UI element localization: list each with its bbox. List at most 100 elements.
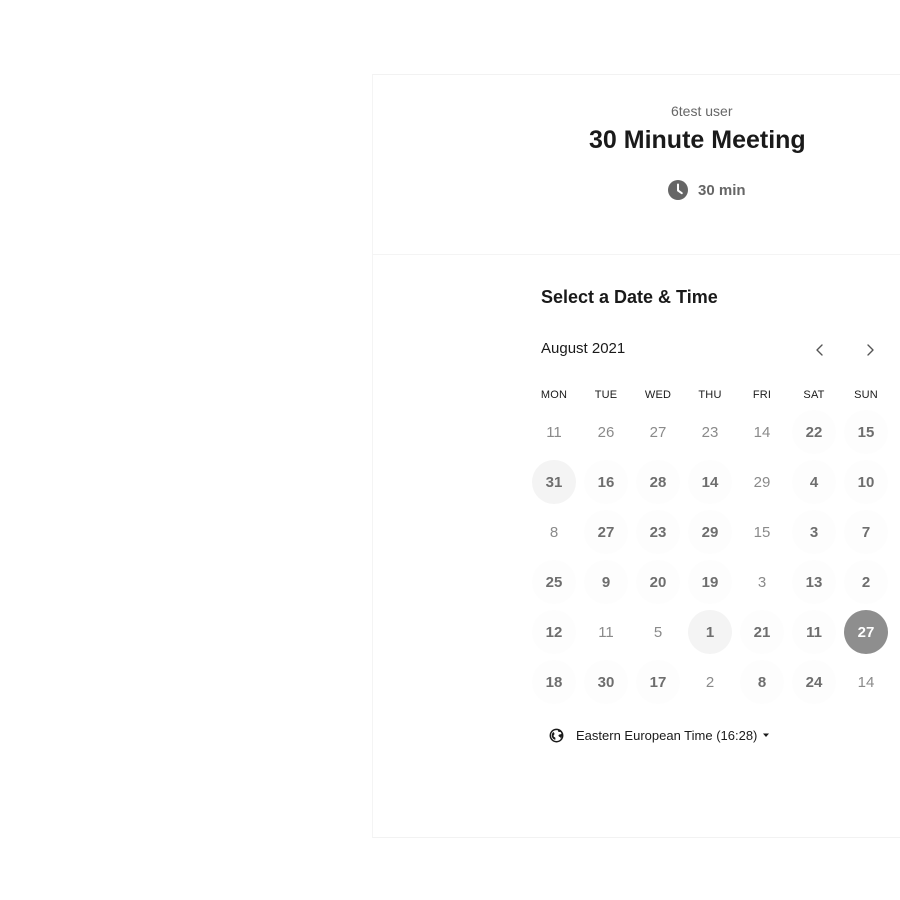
calendar-day[interactable]: 24 (792, 660, 836, 704)
calendar-day: 14 (857, 673, 875, 691)
calendar-day[interactable]: 4 (792, 460, 836, 504)
calendar-day-cell: 27 (632, 407, 684, 457)
timezone-selector[interactable]: Eastern European Time (16:28) (549, 725, 770, 745)
calendar-day-cell[interactable]: 18 (528, 657, 580, 707)
calendar-day[interactable]: 19 (688, 560, 732, 604)
calendar-day-cell[interactable]: 27 (840, 607, 892, 657)
calendar-day: 27 (649, 423, 667, 441)
weekday-label: SUN (854, 389, 878, 401)
weekday-header: MON TUE WED THU FRI SAT SUN (528, 389, 892, 405)
calendar-day-cell: 29 (736, 457, 788, 507)
calendar-day-cell[interactable]: 24 (788, 657, 840, 707)
scheduling-card: 6test user 30 Minute Meeting 30 min Sele… (372, 74, 900, 838)
calendar-day-cell: 26 (580, 407, 632, 457)
calendar-day-cell: 15 (736, 507, 788, 557)
calendar-day-cell[interactable]: 31 (528, 457, 580, 507)
calendar-day-cell: 8 (528, 507, 580, 557)
calendar-day-cell[interactable]: 27 (580, 507, 632, 557)
calendar-day[interactable]: 16 (584, 460, 628, 504)
previous-month-button[interactable] (805, 335, 835, 365)
next-month-button[interactable] (855, 335, 885, 365)
calendar-day-cell[interactable]: 17 (632, 657, 684, 707)
calendar-day: 29 (753, 473, 771, 491)
calendar-day-cell[interactable]: 2 (840, 557, 892, 607)
caret-down-icon (763, 733, 770, 737)
calendar-day[interactable]: 7 (844, 510, 888, 554)
calendar-day-cell[interactable]: 8 (736, 657, 788, 707)
calendar-day-selected[interactable]: 27 (844, 610, 888, 654)
calendar-day: 3 (757, 573, 767, 591)
clock-icon (668, 180, 688, 200)
calendar-day-cell[interactable]: 10 (840, 457, 892, 507)
calendar-day-cell[interactable]: 11 (788, 607, 840, 657)
calendar-day-cell: 2 (684, 657, 736, 707)
calendar-day: 2 (705, 673, 715, 691)
calendar-day[interactable]: 14 (688, 460, 732, 504)
weekday-label: MON (540, 389, 568, 401)
calendar-day-cell[interactable]: 20 (632, 557, 684, 607)
calendar-day[interactable]: 15 (844, 410, 888, 454)
calendar-day[interactable]: 11 (792, 610, 836, 654)
event-title: 30 Minute Meeting (589, 126, 806, 154)
calendar-day[interactable]: 31 (532, 460, 576, 504)
weekday-label: TUE (594, 389, 618, 401)
calendar-day[interactable]: 10 (844, 460, 888, 504)
calendar-day-cell[interactable]: 16 (580, 457, 632, 507)
calendar-day-cell: 5 (632, 607, 684, 657)
calendar-day-cell: 11 (580, 607, 632, 657)
weekday-label: THU (698, 389, 722, 401)
calendar-day-cell[interactable]: 4 (788, 457, 840, 507)
calendar-day-cell[interactable]: 14 (684, 457, 736, 507)
calendar-day-cell: 14 (840, 657, 892, 707)
calendar-day[interactable]: 21 (740, 610, 784, 654)
calendar-day[interactable]: 22 (792, 410, 836, 454)
page: 6test user 30 Minute Meeting 30 min Sele… (0, 0, 900, 900)
calendar-day-cell[interactable]: 23 (632, 507, 684, 557)
calendar-day[interactable]: 9 (584, 560, 628, 604)
calendar-day-cell[interactable]: 22 (788, 407, 840, 457)
calendar-day-cell[interactable]: 21 (736, 607, 788, 657)
month-label: August 2021 (541, 340, 626, 357)
calendar-day[interactable]: 23 (636, 510, 680, 554)
calendar-day: 26 (597, 423, 615, 441)
calendar-day-cell: 3 (736, 557, 788, 607)
calendar-day-cell[interactable]: 19 (684, 557, 736, 607)
calendar-day[interactable]: 1 (688, 610, 732, 654)
calendar-day-cell[interactable]: 7 (840, 507, 892, 557)
weekday-label: SAT (803, 389, 825, 401)
calendar-day-cell[interactable]: 3 (788, 507, 840, 557)
calendar-day: 15 (753, 523, 771, 541)
calendar-day[interactable]: 30 (584, 660, 628, 704)
calendar-day[interactable]: 27 (584, 510, 628, 554)
calendar-day-cell[interactable]: 1 (684, 607, 736, 657)
calendar-day[interactable]: 3 (792, 510, 836, 554)
calendar-day-cell[interactable]: 28 (632, 457, 684, 507)
calendar-day-cell: 14 (736, 407, 788, 457)
calendar-day[interactable]: 25 (532, 560, 576, 604)
calendar-day[interactable]: 12 (532, 610, 576, 654)
calendar-day[interactable]: 13 (792, 560, 836, 604)
calendar-grid: 11 26 27 23 14 22 15 31 16 28 14 29 4 10 8 27 23 29 15 3 7 25… (528, 407, 892, 707)
calendar-day[interactable]: 17 (636, 660, 680, 704)
calendar-day[interactable]: 20 (636, 560, 680, 604)
duration-label: 30 min (698, 181, 746, 199)
timezone-label: Eastern European Time (16:28) (576, 727, 758, 743)
calendar-day-cell[interactable]: 30 (580, 657, 632, 707)
calendar-day-cell[interactable]: 12 (528, 607, 580, 657)
calendar-day[interactable]: 18 (532, 660, 576, 704)
calendar-day: 11 (546, 423, 562, 441)
host-name: 6test user (671, 103, 733, 119)
calendar-day-cell[interactable]: 13 (788, 557, 840, 607)
calendar-day-cell[interactable]: 15 (840, 407, 892, 457)
calendar-day-cell[interactable]: 29 (684, 507, 736, 557)
calendar-day-cell[interactable]: 25 (528, 557, 580, 607)
calendar-day[interactable]: 8 (740, 660, 784, 704)
calendar-day: 5 (653, 623, 663, 641)
calendar-day: 23 (701, 423, 719, 441)
calendar-day[interactable]: 28 (636, 460, 680, 504)
calendar-day-cell[interactable]: 9 (580, 557, 632, 607)
calendar-day[interactable]: 29 (688, 510, 732, 554)
calendar-day[interactable]: 2 (844, 560, 888, 604)
calendar-day-cell: 23 (684, 407, 736, 457)
event-duration: 30 min (668, 179, 746, 201)
